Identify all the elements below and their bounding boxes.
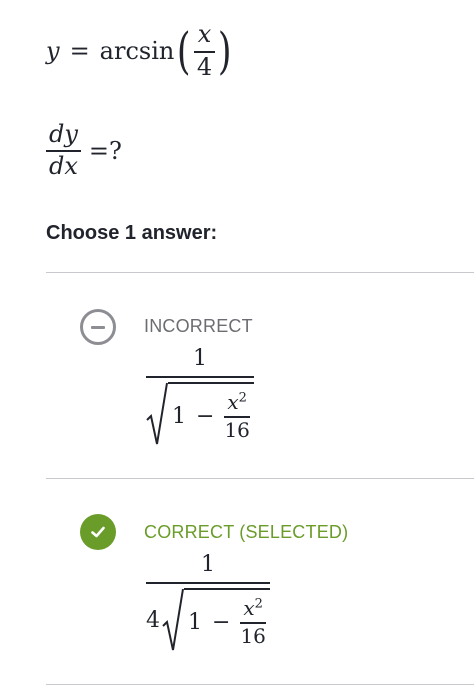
status-label-correct: CORRECT (SELECTED): [144, 522, 349, 542]
radicand-exponent: 2: [254, 595, 263, 611]
radical-sign-icon: [146, 382, 168, 445]
arg-fraction: x 4: [193, 20, 216, 81]
answer-numerator: 1: [192, 346, 207, 371]
answer-expression: 1 1 − x2 16: [146, 346, 254, 446]
question-lhs: y: [46, 37, 60, 65]
derivative-question: dy dx =?: [46, 120, 122, 181]
fraction-bar: [146, 582, 270, 584]
minus-circle-icon: [80, 309, 116, 345]
open-paren: (: [177, 22, 191, 80]
answer-numerator: 1: [200, 552, 215, 577]
question-tail: =?: [88, 136, 122, 165]
square-root: 1 − x2 16: [162, 588, 270, 652]
arg-numerator: x: [197, 20, 212, 49]
status-label-incorrect: INCORRECT: [144, 316, 253, 336]
divider: [46, 478, 474, 479]
radicand-denominator: 16: [240, 623, 266, 648]
radical-sign-icon: [162, 588, 184, 651]
square-root: 1 − x2 16: [146, 382, 254, 446]
fraction-bar: [146, 376, 254, 378]
divider: [46, 272, 474, 273]
choose-prompt: Choose 1 answer:: [46, 222, 218, 244]
answer-expression: 1 4 1 − x2 16: [146, 552, 270, 652]
radicand-minus: −: [196, 403, 215, 429]
divider: [46, 684, 474, 685]
derivative-numerator: dy: [49, 120, 78, 148]
derivative-fraction: dy dx: [46, 120, 81, 181]
radicand-numerator-base: x: [227, 389, 239, 414]
radicand-one: 1: [172, 403, 186, 429]
derivative-denominator: dx: [49, 152, 78, 181]
question-equation: y = arcsin ( x 4 ): [46, 22, 235, 80]
close-paren: ): [218, 22, 232, 80]
check-mark-icon: [91, 526, 105, 538]
radicand-denominator: 16: [224, 417, 250, 442]
radicand-minus: −: [212, 609, 231, 635]
answer-coefficient: 4: [146, 607, 160, 633]
radicand-exponent: 2: [238, 389, 247, 405]
radicand-numerator-base: x: [243, 595, 255, 620]
check-circle-icon: [80, 514, 116, 550]
radicand-one: 1: [188, 609, 202, 635]
question-equals: =: [69, 37, 90, 65]
question-function: arcsin: [99, 37, 175, 65]
arg-denominator: 4: [196, 52, 213, 81]
